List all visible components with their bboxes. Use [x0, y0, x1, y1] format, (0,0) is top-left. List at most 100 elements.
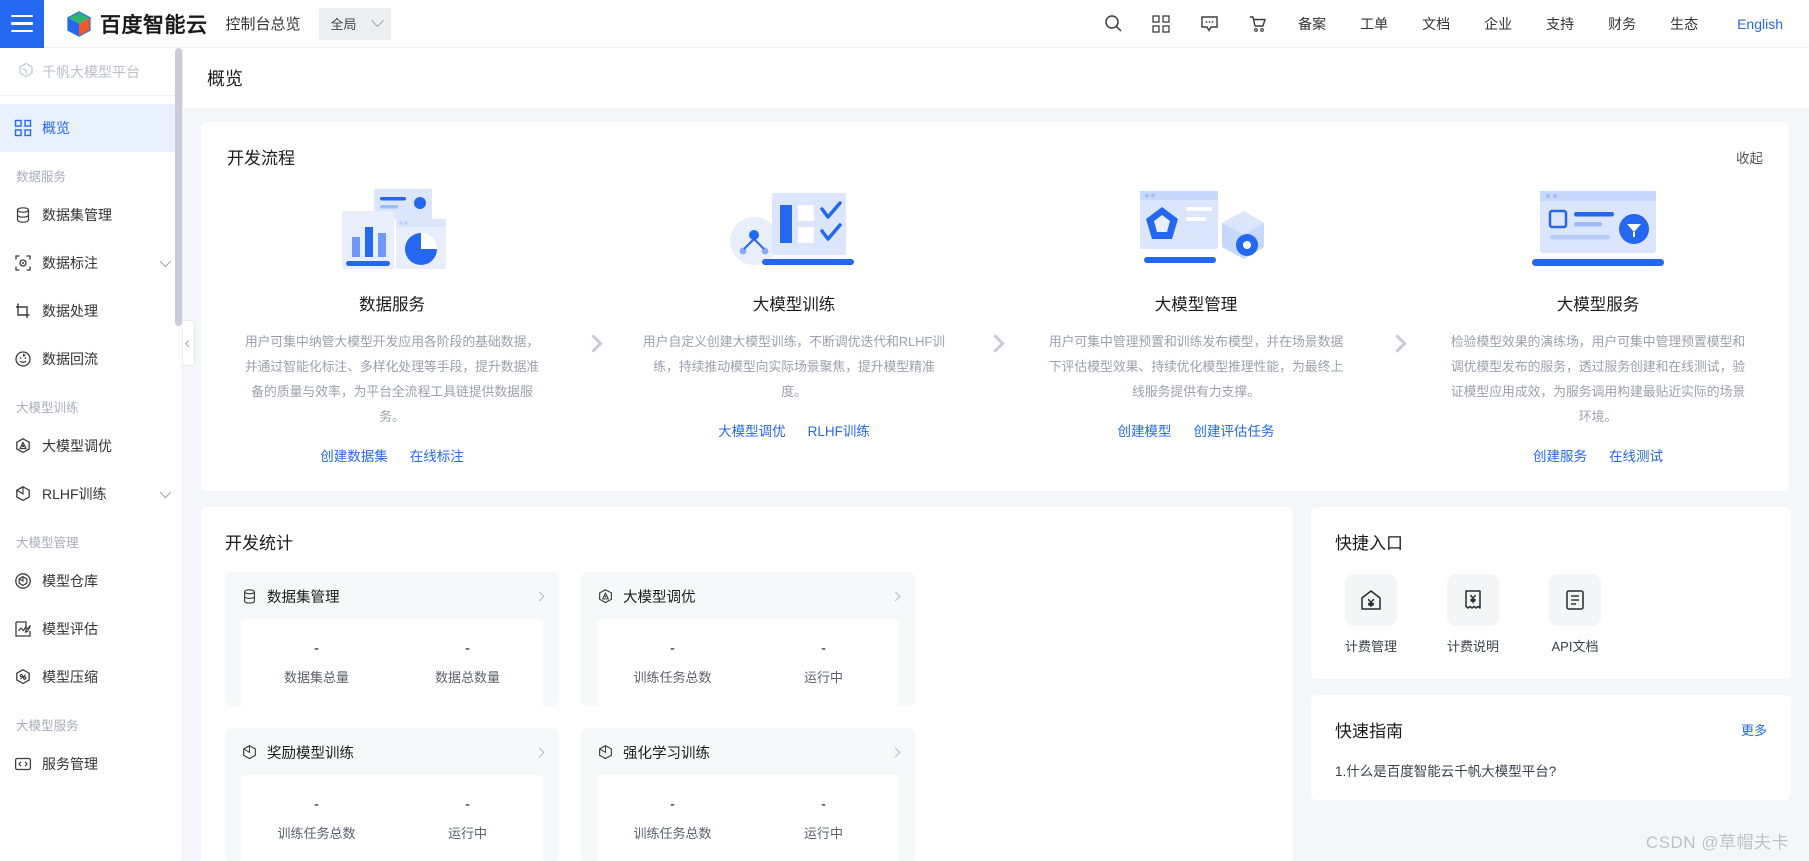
sidebar-item-model-evaluation[interactable]: 模型评估 — [0, 605, 182, 653]
flow-link-create-model[interactable]: 创建模型 — [1118, 420, 1172, 440]
hamburger-line — [11, 14, 33, 18]
language-switch-english[interactable]: English — [1715, 16, 1783, 32]
stat-value: - — [465, 640, 470, 657]
sidebar-item-dataset-management[interactable]: 数据集管理 — [0, 191, 182, 239]
brand-logo[interactable]: 百度智能云 — [66, 9, 208, 39]
sidebar-collapse-handle[interactable] — [183, 320, 195, 366]
sidebar-item-label: 大模型调优 — [42, 438, 112, 454]
page-title: 概览 — [207, 69, 243, 89]
api-doc-icon — [1549, 574, 1601, 626]
sidebar-item-service-management[interactable]: 服务管理 — [0, 740, 182, 788]
region-value: 全局 — [330, 17, 357, 32]
nav-link-gongdan[interactable]: 工单 — [1343, 14, 1405, 34]
sidebar-item-model-repository[interactable]: 模型仓库 — [0, 557, 182, 605]
grid-icon — [14, 119, 32, 137]
nav-link-qiye[interactable]: 企业 — [1467, 14, 1529, 34]
stat-card-dataset-management[interactable]: 数据集管理 - 数据集总量 - 数据总数量 — [225, 572, 559, 707]
service-icon — [14, 755, 32, 773]
chevron-down-icon — [159, 486, 172, 499]
flow-link-create-dataset[interactable]: 创建数据集 — [320, 445, 388, 465]
chevron-right-icon — [583, 334, 603, 353]
flow-link-create-service[interactable]: 创建服务 — [1533, 445, 1587, 465]
cart-icon[interactable] — [1233, 0, 1281, 48]
sidebar-item-rlhf-training[interactable]: RLHF训练 — [0, 470, 182, 518]
sidebar-nav-list: 概览 数据服务 数据集管理 数据标注 数据处理 数据回流 大模型训练 大模型调优… — [0, 96, 182, 788]
chevron-right-icon[interactable] — [534, 747, 545, 758]
search-icon[interactable] — [1089, 0, 1137, 48]
sidebar-item-data-processing[interactable]: 数据处理 — [0, 287, 182, 335]
flow-step-description: 用户可集中管理预置和训练发布模型，并在场景数据下评估模型效果、持续优化模型推理性… — [1048, 334, 1344, 399]
data-service-illustration — [227, 187, 557, 275]
tune-icon — [14, 437, 32, 455]
chevron-right-icon[interactable] — [890, 747, 901, 758]
sidebar-item-model-compression[interactable]: 模型压缩 — [0, 653, 182, 701]
nav-link-zhichi[interactable]: 支持 — [1529, 14, 1591, 34]
platform-icon — [18, 62, 34, 81]
message-icon[interactable] — [1185, 0, 1233, 48]
sidebar-scrollbar-thumb[interactable] — [175, 48, 182, 326]
right-column: 快捷入口 计费管理 计费说明 API文档 快速指南 更多 1.什么是百度智能云千… — [1311, 507, 1791, 861]
chevron-down-icon — [370, 14, 384, 28]
hamburger-line — [11, 22, 33, 25]
quick-entry-billing-description[interactable]: 计费说明 — [1437, 574, 1509, 655]
quick-guide-item[interactable]: 1.什么是百度智能云千帆大模型平台? — [1335, 760, 1767, 780]
flow-step-model-training[interactable]: 大模型训练 用户自定义创建大模型训练，不断调优迭代和RLHF训练，持续推动模型向… — [629, 187, 959, 440]
flow-link-model-tuning[interactable]: 大模型调优 — [718, 420, 786, 440]
chevron-right-icon[interactable] — [890, 591, 901, 602]
flow-link-rlhf-training[interactable]: RLHF训练 — [808, 420, 870, 440]
development-flow-header: 开发流程 收起 — [227, 144, 1763, 169]
sidebar-item-label: 数据回流 — [42, 351, 98, 367]
flow-link-online-annotation[interactable]: 在线标注 — [410, 445, 464, 465]
nav-link-wendang[interactable]: 文档 — [1405, 14, 1467, 34]
sidebar-platform-header: 千帆大模型平台 — [0, 48, 182, 96]
flow-step-model-service[interactable]: 大模型服务 检验模型效果的演练场，用户可集中管理预置模型和调优模型发布的服务，透… — [1433, 187, 1763, 465]
flow-step-links: 创建数据集 在线标注 — [227, 445, 557, 465]
sidebar-group-model-service: 大模型服务 — [16, 719, 79, 733]
nav-link-caiwu[interactable]: 财务 — [1591, 14, 1653, 34]
cube-icon — [597, 744, 615, 762]
stat-label: 训练任务总数 — [633, 826, 712, 841]
stat-cell: - 数据总数量 — [392, 640, 543, 686]
stat-card-reward-model-training[interactable]: 奖励模型训练 - 训练任务总数 - 运行中 — [225, 728, 559, 861]
stat-values: - 训练任务总数 - 运行中 — [597, 619, 899, 707]
stat-card-reinforcement-learning-training[interactable]: 强化学习训练 - 训练任务总数 - 运行中 — [581, 728, 915, 861]
quick-entry-label: API文档 — [1551, 639, 1599, 654]
flow-separator — [557, 187, 629, 353]
database-icon — [14, 206, 32, 224]
sidebar-item-data-reflow[interactable]: 数据回流 — [0, 335, 182, 383]
flow-separator — [959, 187, 1031, 353]
sidebar-item-overview[interactable]: 概览 — [0, 104, 182, 152]
development-statistics-title: 开发统计 — [225, 534, 293, 553]
collapse-flow-button[interactable]: 收起 — [1736, 147, 1763, 167]
sidebar-item-model-tuning[interactable]: 大模型调优 — [0, 422, 182, 470]
flow-step-data-service[interactable]: 数据服务 用户可集中纳管大模型开发应用各阶段的基础数据，并通过智能化标注、多样化… — [227, 187, 557, 465]
hamburger-menu-button[interactable] — [0, 0, 44, 48]
chevron-right-icon[interactable] — [534, 591, 545, 602]
flow-step-name: 大模型服务 — [1556, 296, 1640, 314]
model-service-illustration — [1433, 187, 1763, 275]
stat-cell: - 运行中 — [392, 796, 543, 842]
flow-link-create-evaluation-task[interactable]: 创建评估任务 — [1194, 420, 1275, 440]
quick-entry-api-doc[interactable]: API文档 — [1539, 574, 1611, 655]
sidebar-platform-name: 千帆大模型平台 — [42, 63, 140, 80]
console-title[interactable]: 控制台总览 — [226, 13, 301, 34]
sidebar-item-label: 数据处理 — [42, 303, 98, 319]
nav-link-beian[interactable]: 备案 — [1281, 14, 1343, 34]
sidebar-item-label: 模型压缩 — [42, 669, 98, 685]
stat-value: - — [314, 640, 319, 657]
flow-step-model-management[interactable]: 大模型管理 用户可集中管理预置和训练发布模型，并在场景数据下评估模型效果、持续优… — [1031, 187, 1361, 440]
region-selector[interactable]: 全局 — [318, 7, 391, 40]
quick-guide-more-link[interactable]: 更多 — [1741, 720, 1767, 739]
stat-label: 运行中 — [803, 670, 843, 685]
apps-icon[interactable] — [1137, 0, 1185, 48]
flow-step-links: 大模型调优 RLHF训练 — [629, 420, 959, 440]
flow-step-description: 用户自定义创建大模型训练，不断调优迭代和RLHF训练，持续推动模型向实际场景聚焦… — [642, 334, 946, 399]
sidebar-item-label: 数据标注 — [42, 255, 98, 271]
content-area: 开发流程 收起 数据服务 用户可集中纳管大模型开发应用各阶段的基础数据，并通过智… — [183, 108, 1809, 861]
sidebar-scrollbar[interactable] — [175, 48, 182, 861]
sidebar-item-data-annotation[interactable]: 数据标注 — [0, 239, 182, 287]
nav-link-shengtai[interactable]: 生态 — [1653, 14, 1715, 34]
stat-card-model-tuning[interactable]: 大模型调优 - 训练任务总数 - 运行中 — [581, 572, 915, 707]
quick-entry-billing-management[interactable]: 计费管理 — [1335, 574, 1407, 655]
flow-link-online-test[interactable]: 在线测试 — [1609, 445, 1663, 465]
